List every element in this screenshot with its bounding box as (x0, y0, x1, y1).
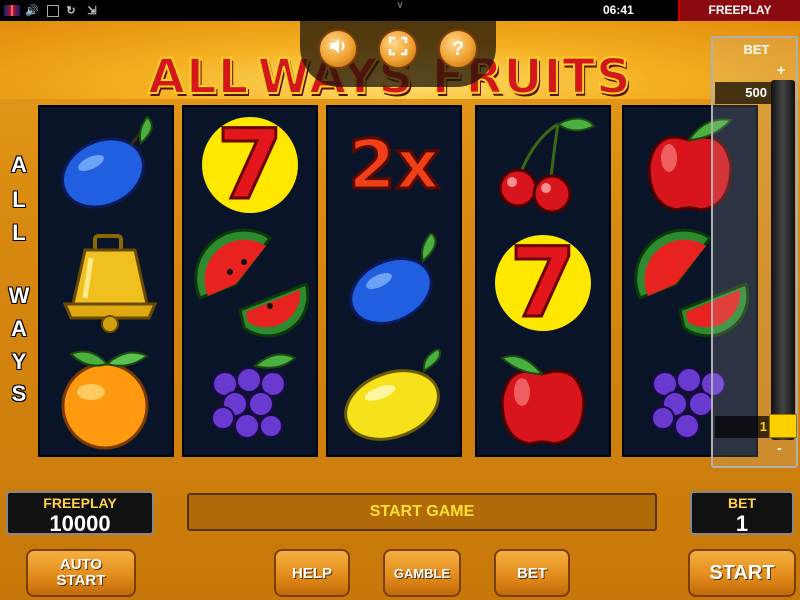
chevron-down-icon[interactable]: ∨ (368, 0, 432, 14)
bet-max-value: 500 (715, 82, 771, 104)
bet-display: BET 1 (690, 491, 794, 536)
bell-symbol (40, 225, 172, 341)
sound-button[interactable] (318, 29, 358, 69)
speaker-icon (328, 37, 348, 61)
bet-button[interactable]: BET (494, 549, 570, 597)
side-letter: Y (11, 349, 27, 374)
side-letter: A (11, 316, 27, 341)
freeplay-balance-value: 10000 (49, 511, 111, 536)
multiplier-2x-symbol: 2x (328, 107, 460, 223)
bet-increase-button[interactable]: + (777, 62, 785, 78)
cherry-symbol (477, 107, 609, 223)
side-letter: L (12, 187, 26, 212)
side-letter: A (11, 152, 27, 177)
auto-start-label: AUTO START (56, 556, 106, 589)
side-letter: W (8, 283, 30, 308)
bet-display-label: BET (728, 495, 756, 511)
bet-panel-label: BET (743, 42, 770, 57)
multiplier-text: 2x (347, 124, 441, 206)
apple-symbol (477, 341, 609, 457)
checkbox-icon[interactable] (47, 4, 59, 17)
clock: 06:41 (603, 3, 634, 17)
seven-glyph: 7 (215, 109, 285, 221)
bet-slider-panel: BET + 500 1 - (711, 36, 798, 468)
message-bar: START GAME (187, 493, 657, 531)
language-flag-icon[interactable] (4, 5, 20, 16)
reel-3: 2x (326, 105, 462, 457)
seven-symbol: 7 (477, 225, 609, 341)
freeplay-balance-label: FREEPLAY (43, 495, 117, 511)
help-round-button[interactable]: ? (438, 29, 478, 69)
gamble-button[interactable]: GAMBLE (383, 549, 461, 597)
reel-4: 7 (475, 105, 611, 457)
bet-display-value: 1 (735, 511, 749, 536)
bet-slider-track[interactable] (771, 80, 795, 440)
speaker-small-icon[interactable]: 🔊 (23, 3, 41, 19)
grapes-symbol (184, 341, 316, 457)
seven-symbol: 7 (184, 107, 316, 223)
side-letter: L (12, 220, 26, 245)
seven-glyph: 7 (508, 227, 578, 339)
bet-decrease-button[interactable]: - (777, 440, 782, 456)
reload-icon[interactable]: ↻ (62, 3, 80, 19)
freeplay-balance: FREEPLAY 10000 (6, 491, 154, 536)
status-bar: 🔊 ↻ ⇲ ∨ 06:41 FREEPLAY (0, 0, 800, 21)
plum-symbol (328, 225, 460, 341)
watermelon-symbol (184, 225, 316, 341)
fullscreen-button[interactable] (378, 29, 418, 69)
side-letter: S (11, 381, 27, 406)
freeplay-badge: FREEPLAY (678, 0, 800, 21)
start-button[interactable]: START (688, 549, 796, 597)
game-title-part1: ALL (147, 48, 250, 106)
bet-current-value: 1 (715, 416, 771, 438)
exit-fullscreen-icon[interactable]: ⇲ (83, 3, 101, 19)
lemon-symbol (328, 341, 460, 457)
plum-symbol (40, 107, 172, 223)
auto-start-button[interactable]: AUTO START (26, 549, 136, 597)
bet-slider-thumb[interactable] (769, 414, 797, 438)
help-button[interactable]: HELP (274, 549, 350, 597)
reel-1 (38, 105, 174, 457)
question-icon: ? (451, 37, 465, 60)
orange-symbol (40, 341, 172, 457)
reel-2: 7 (182, 105, 318, 457)
fullscreen-icon (388, 36, 408, 62)
